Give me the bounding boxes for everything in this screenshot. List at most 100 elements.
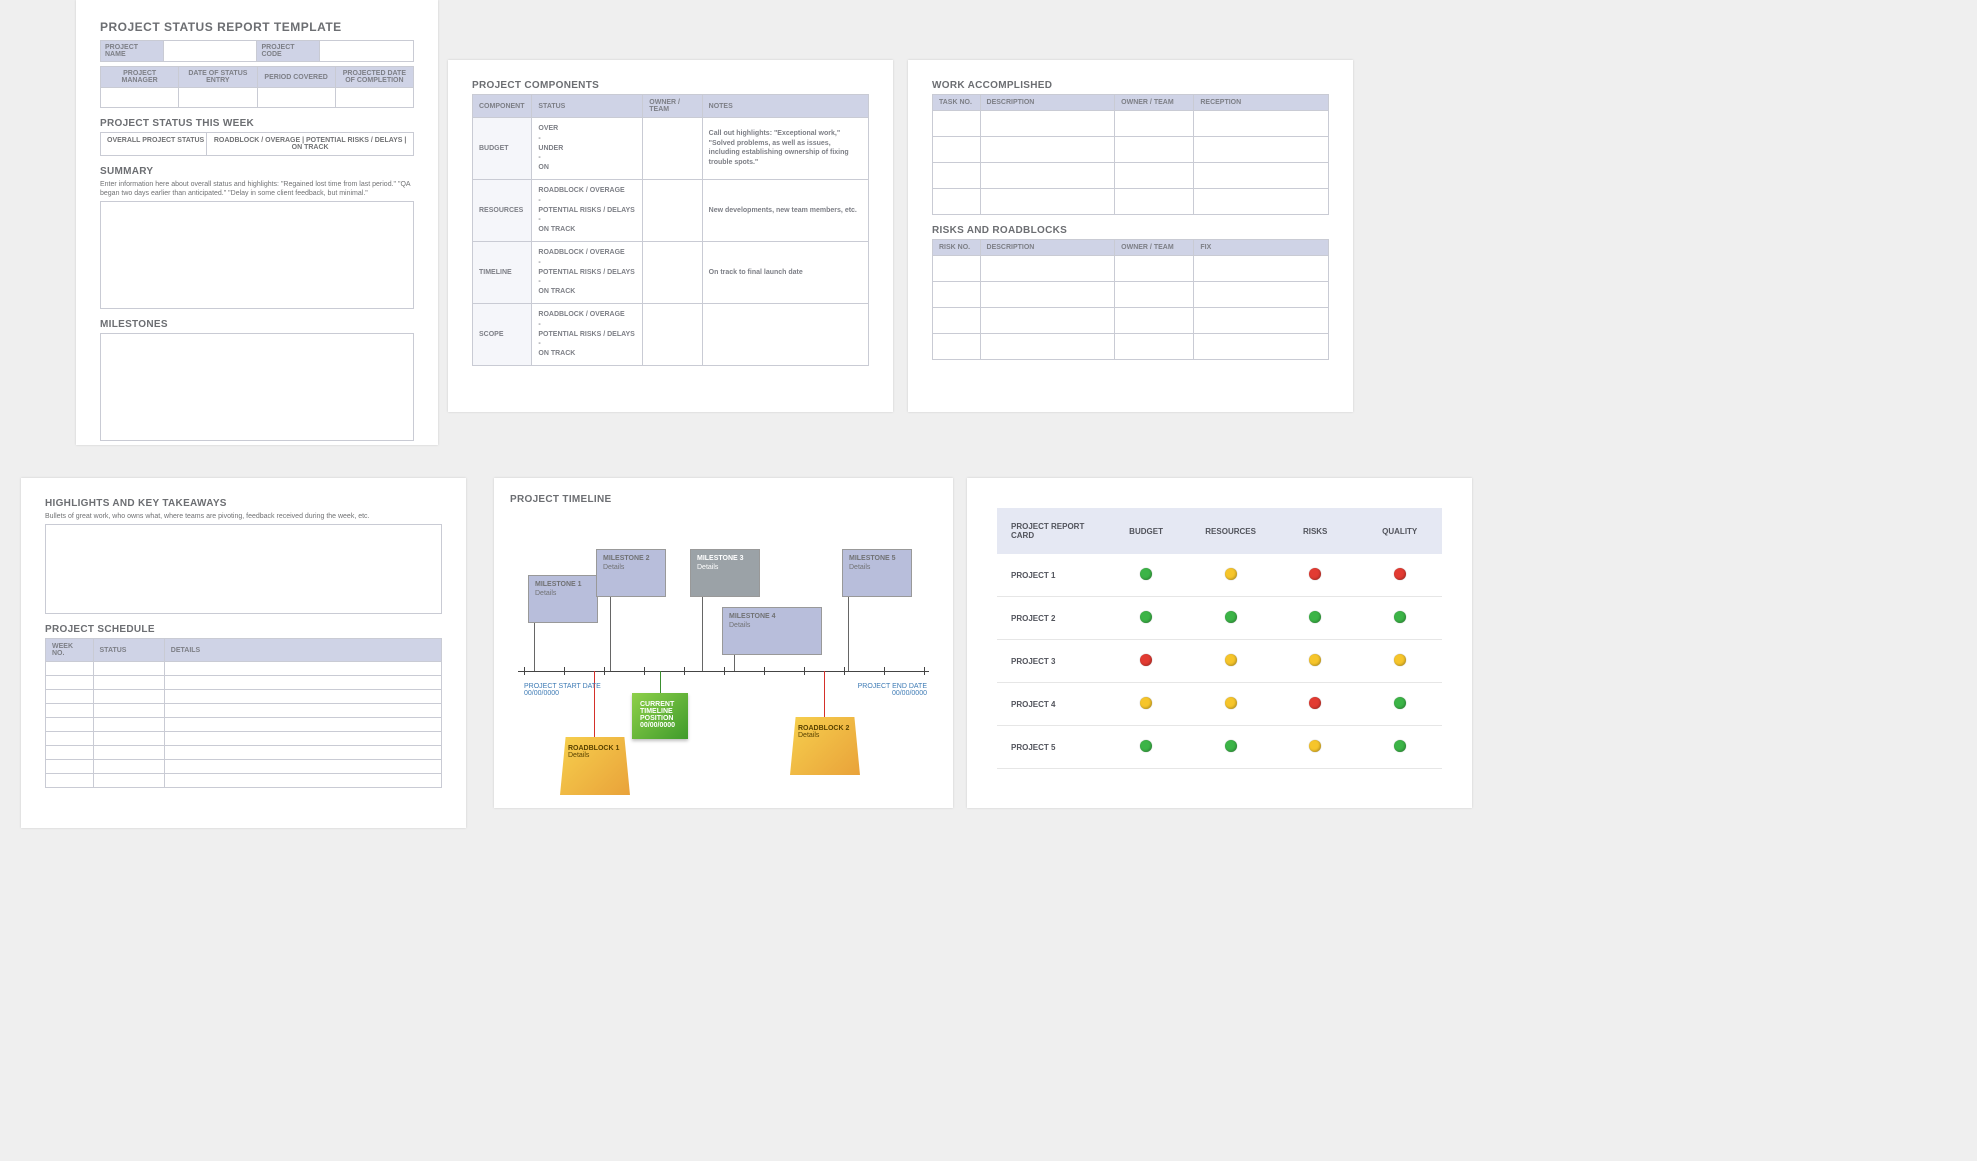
heading-status-this-week: PROJECT STATUS THIS WEEK (100, 118, 414, 129)
status-dot-red (1140, 654, 1152, 666)
col-owner: OWNER / TEAM (643, 95, 702, 118)
heading-project-schedule: PROJECT SCHEDULE (45, 624, 442, 635)
heading-project-timeline: PROJECT TIMELINE (510, 494, 937, 505)
status-dot-yellow (1309, 740, 1321, 752)
cell-period-covered[interactable] (257, 88, 335, 108)
cell-projected-date[interactable] (335, 88, 413, 108)
milestone-box: MILESTONE 3Details (690, 549, 760, 597)
cell-project-name: PROJECT 3 (997, 640, 1104, 683)
table-row (46, 746, 442, 760)
row-overall-status: OVERALL PROJECT STATUS ROADBLOCK / OVERA… (100, 132, 414, 156)
label-end-date: PROJECT END DATE00/00/0000 (858, 683, 927, 697)
status-dot-cell (1188, 683, 1273, 726)
status-dot-cell (1104, 726, 1189, 769)
table-row (933, 256, 1329, 282)
status-dot-red (1309, 568, 1321, 580)
status-dot-cell (1273, 726, 1358, 769)
panel-status-report: PROJECT STATUS REPORT TEMPLATE PROJECT N… (76, 0, 438, 445)
status-dot-green (1394, 740, 1406, 752)
table-project-header-2: PROJECT MANAGER DATE OF STATUS ENTRY PER… (100, 66, 414, 108)
box-highlights[interactable] (45, 524, 442, 614)
label-start-date: PROJECT START DATE00/00/0000 (524, 683, 601, 697)
table-row (933, 111, 1329, 137)
table-row (46, 732, 442, 746)
status-dot-green (1140, 611, 1152, 623)
table-row (933, 189, 1329, 215)
col-header: PROJECT REPORT CARD (997, 508, 1104, 554)
note-current-position: CURRENT TIMELINE POSITION00/00/0000 (632, 693, 688, 739)
status-dot-cell (1188, 554, 1273, 597)
cell-notes: Call out highlights: "Exceptional work,"… (702, 118, 868, 180)
col-header: BUDGET (1104, 508, 1189, 554)
col-header: QUALITY (1357, 508, 1442, 554)
box-milestones[interactable] (100, 333, 414, 441)
heading-risks-roadblocks: RISKS AND ROADBLOCKS (932, 225, 1329, 236)
cell-project-name: PROJECT 4 (997, 683, 1104, 726)
table-schedule: WEEK NO. STATUS DETAILS (45, 638, 442, 788)
cell-project-manager[interactable] (101, 88, 179, 108)
table-row (46, 690, 442, 704)
table-row: PROJECT 1 (997, 554, 1442, 597)
status-dot-cell (1357, 726, 1442, 769)
cell-status: OVER - UNDER - ON (532, 118, 643, 180)
status-dot-cell (1188, 640, 1273, 683)
status-dot-green (1140, 568, 1152, 580)
status-dot-green (1225, 611, 1237, 623)
status-dot-cell (1188, 726, 1273, 769)
table-row (933, 282, 1329, 308)
status-dot-cell (1357, 597, 1442, 640)
table-row: PROJECT 3 (997, 640, 1442, 683)
status-dot-cell (1188, 597, 1273, 640)
cell-project-name: PROJECT 1 (997, 554, 1104, 597)
box-summary[interactable] (100, 201, 414, 309)
table-project-header-1: PROJECT NAME PROJECT CODE (100, 40, 414, 62)
table-row: PROJECT 2 (997, 597, 1442, 640)
status-dot-yellow (1394, 654, 1406, 666)
cell-date-entry[interactable] (179, 88, 257, 108)
status-options: ROADBLOCK / OVERAGE | POTENTIAL RISKS / … (207, 133, 413, 155)
table-work-accomplished: TASK NO. DESCRIPTION OWNER / TEAM RECEPT… (932, 94, 1329, 215)
heading-work-accomplished: WORK ACCOMPLISHED (932, 80, 1329, 91)
table-row (933, 334, 1329, 360)
cell-project-code[interactable] (320, 41, 414, 62)
cell-project-name: PROJECT 5 (997, 726, 1104, 769)
panel-report-card: PROJECT REPORT CARD BUDGET RESOURCES RIS… (967, 478, 1472, 808)
table-report-card: PROJECT REPORT CARD BUDGET RESOURCES RIS… (997, 508, 1442, 769)
status-dot-yellow (1225, 654, 1237, 666)
label-project-manager: PROJECT MANAGER (101, 67, 179, 88)
cell-project-name[interactable] (163, 41, 257, 62)
col-status: STATUS (532, 95, 643, 118)
table-row (46, 704, 442, 718)
status-dot-cell (1104, 683, 1189, 726)
table-row: PROJECT 4 (997, 683, 1442, 726)
table-row (46, 676, 442, 690)
label-period-covered: PERIOD COVERED (257, 67, 335, 88)
status-dot-yellow (1225, 697, 1237, 709)
heading-project-components: PROJECT COMPONENTS (472, 80, 869, 91)
title-project-status-report: PROJECT STATUS REPORT TEMPLATE (100, 20, 414, 34)
row-scope: SCOPE ROADBLOCK / OVERAGE - POTENTIAL RI… (473, 303, 869, 365)
status-dot-cell (1357, 640, 1442, 683)
row-resources: RESOURCES ROADBLOCK / OVERAGE - POTENTIA… (473, 179, 869, 241)
col-component: COMPONENT (473, 95, 532, 118)
table-row (46, 760, 442, 774)
cell-component: BUDGET (473, 118, 532, 180)
status-dot-cell (1273, 640, 1358, 683)
status-dot-red (1309, 697, 1321, 709)
status-dot-cell (1273, 554, 1358, 597)
status-dot-cell (1104, 597, 1189, 640)
status-dot-cell (1357, 683, 1442, 726)
status-dot-cell (1357, 554, 1442, 597)
milestone-box: MILESTONE 4Details (722, 607, 822, 655)
heading-summary: SUMMARY (100, 166, 414, 177)
label-project-name: PROJECT NAME (101, 41, 164, 62)
row-budget: BUDGET OVER - UNDER - ON Call out highli… (473, 118, 869, 180)
status-dot-yellow (1140, 697, 1152, 709)
panel-timeline: PROJECT TIMELINE MILESTONE 1Details (494, 478, 953, 808)
cell-owner[interactable] (643, 118, 702, 180)
milestone-box: MILESTONE 1Details (528, 575, 598, 623)
panel-highlights-schedule: HIGHLIGHTS AND KEY TAKEAWAYS Bullets of … (21, 478, 466, 828)
table-row (933, 137, 1329, 163)
status-dot-green (1309, 611, 1321, 623)
label-projected-date: PROJECTED DATE OF COMPLETION (335, 67, 413, 88)
